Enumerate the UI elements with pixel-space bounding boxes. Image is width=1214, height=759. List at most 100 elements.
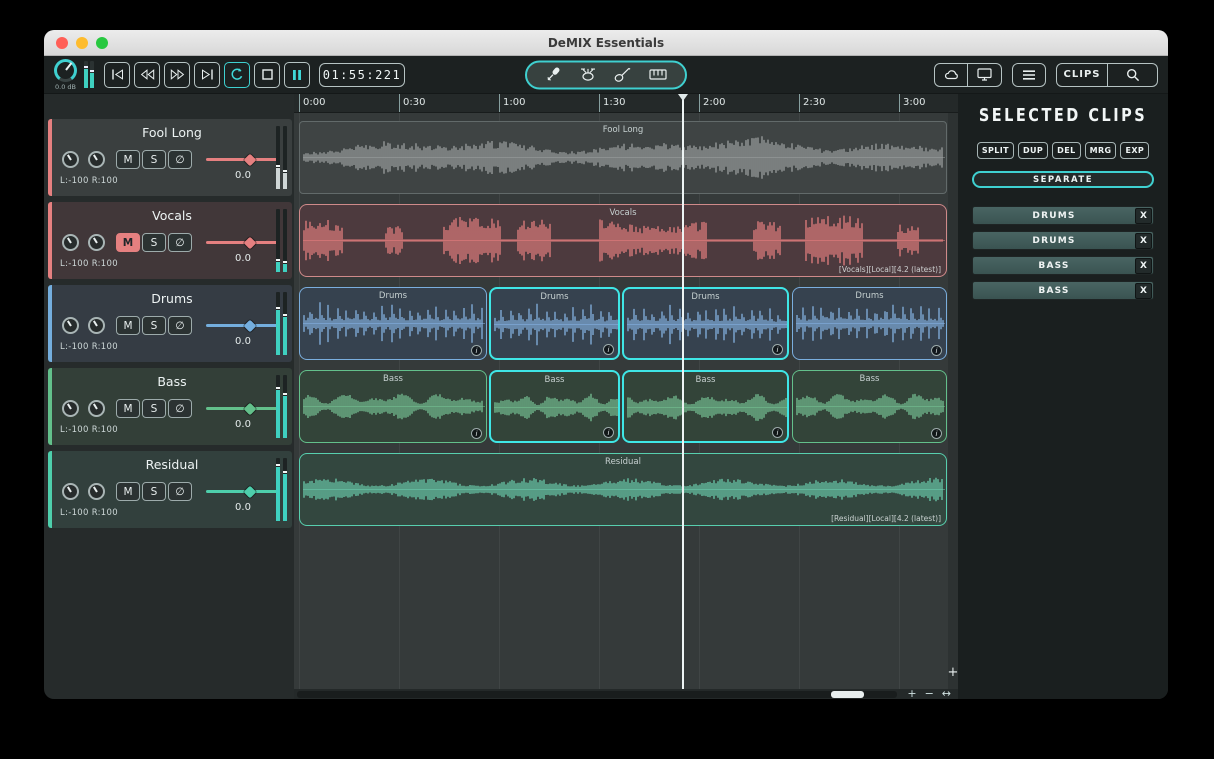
menu-button[interactable] — [1012, 63, 1046, 87]
clip-drums[interactable]: Drumsi — [622, 287, 789, 360]
cloud-button[interactable] — [934, 63, 968, 87]
remove-clip-button[interactable]: X — [1135, 283, 1152, 299]
volume-slider-handle[interactable] — [244, 485, 257, 498]
pan-right-knob[interactable] — [88, 234, 105, 251]
playhead[interactable] — [682, 94, 684, 689]
merge-button[interactable]: MRG — [1085, 142, 1117, 159]
vertical-zoom-in-button[interactable]: + — [948, 666, 959, 679]
solo-button[interactable]: S — [142, 150, 166, 169]
volume-slider[interactable] — [206, 487, 280, 495]
clip-info-badge[interactable]: i — [471, 428, 482, 439]
timeline-ruler[interactable]: 0:000:301:001:302:002:303:00 — [294, 94, 958, 113]
clip-drums[interactable]: Drumsi — [489, 287, 620, 360]
selected-clip-row[interactable]: DRUMS X — [972, 231, 1154, 250]
remove-clip-button[interactable]: X — [1135, 233, 1152, 249]
stop-button[interactable] — [254, 62, 280, 88]
separate-button[interactable]: SEPARATE — [972, 171, 1154, 188]
knob-dial-icon[interactable] — [54, 59, 77, 82]
volume-slider-handle[interactable] — [244, 153, 257, 166]
pan-right-knob[interactable] — [88, 400, 105, 417]
clips-panel-button[interactable]: CLIPS — [1056, 63, 1108, 87]
display-button[interactable] — [968, 63, 1002, 87]
volume-slider[interactable] — [206, 404, 280, 412]
selected-clip-row[interactable]: DRUMS X — [972, 206, 1154, 225]
clip-bass[interactable]: Bassi — [792, 370, 947, 443]
fast-forward-button[interactable] — [164, 62, 190, 88]
mic-icon[interactable] — [545, 67, 561, 83]
phase-button[interactable]: ∅ — [168, 482, 192, 501]
remove-clip-button[interactable]: X — [1135, 208, 1152, 224]
volume-slider-handle[interactable] — [244, 319, 257, 332]
clip-info-badge[interactable]: i — [471, 345, 482, 356]
volume-slider[interactable] — [206, 155, 280, 163]
clip-lane-residual: Residual[Residual][Local][4.2 (latest)] — [299, 451, 948, 528]
clip-info-badge[interactable]: i — [603, 427, 614, 438]
remove-clip-button[interactable]: X — [1135, 258, 1152, 274]
clip-drums[interactable]: Drumsi — [299, 287, 487, 360]
search-button[interactable] — [1108, 63, 1158, 87]
zoom-window-button[interactable] — [96, 37, 108, 49]
zoom-out-button[interactable]: − — [921, 689, 938, 699]
master-volume-knob[interactable]: 0.0 dB — [54, 59, 77, 91]
clip-residual[interactable]: Residual[Residual][Local][4.2 (latest)] — [299, 453, 947, 526]
solo-button[interactable]: S — [142, 233, 166, 252]
guitar-icon[interactable] — [614, 67, 631, 83]
loop-button[interactable] — [224, 62, 250, 88]
mute-button[interactable]: M — [116, 316, 140, 335]
skip-start-button[interactable] — [104, 62, 130, 88]
pan-left-knob[interactable] — [62, 151, 79, 168]
solo-button[interactable]: S — [142, 399, 166, 418]
piano-icon[interactable] — [649, 68, 667, 82]
volume-slider-handle[interactable] — [244, 236, 257, 249]
vertical-scrollbar[interactable]: + — [948, 113, 958, 689]
clip-info-badge[interactable]: i — [772, 344, 783, 355]
pan-left-knob[interactable] — [62, 234, 79, 251]
volume-slider[interactable] — [206, 238, 280, 246]
pan-right-knob[interactable] — [88, 317, 105, 334]
phase-button[interactable]: ∅ — [168, 150, 192, 169]
phase-button[interactable]: ∅ — [168, 233, 192, 252]
rewind-button[interactable] — [134, 62, 160, 88]
solo-button[interactable]: S — [142, 316, 166, 335]
delete-button[interactable]: DEL — [1052, 142, 1080, 159]
skip-end-button[interactable] — [194, 62, 220, 88]
export-button[interactable]: EXP — [1120, 142, 1149, 159]
clip-info-badge[interactable]: i — [772, 427, 783, 438]
duplicate-button[interactable]: DUP — [1018, 142, 1048, 159]
phase-button[interactable]: ∅ — [168, 399, 192, 418]
zoom-in-button[interactable]: + — [903, 689, 920, 699]
mute-button[interactable]: M — [116, 399, 140, 418]
volume-slider-handle[interactable] — [244, 402, 257, 415]
mute-button[interactable]: M — [116, 482, 140, 501]
volume-slider[interactable] — [206, 321, 280, 329]
clip-info-badge[interactable]: i — [931, 345, 942, 356]
horizontal-scrollbar[interactable] — [297, 691, 897, 698]
clip-drums[interactable]: Drumsi — [792, 287, 947, 360]
clip-bass[interactable]: Bassi — [299, 370, 487, 443]
solo-button[interactable]: S — [142, 482, 166, 501]
selected-clip-row[interactable]: BASS X — [972, 281, 1154, 300]
mute-button[interactable]: M — [116, 233, 140, 252]
clip-fool-long[interactable]: Fool Long — [299, 121, 947, 194]
selected-clip-row[interactable]: BASS X — [972, 256, 1154, 275]
clip-info-badge[interactable]: i — [931, 428, 942, 439]
pan-right-knob[interactable] — [88, 151, 105, 168]
pan-left-knob[interactable] — [62, 317, 79, 334]
clip-bass[interactable]: Bassi — [489, 370, 620, 443]
split-button[interactable]: SPLIT — [977, 142, 1014, 159]
clip-bass[interactable]: Bassi — [622, 370, 789, 443]
minimize-window-button[interactable] — [76, 37, 88, 49]
close-window-button[interactable] — [56, 37, 68, 49]
clip-vocals[interactable]: Vocals[Vocals][Local][4.2 (latest)] — [299, 204, 947, 277]
zoom-fit-button[interactable]: ↔ — [938, 689, 955, 699]
pan-left-knob[interactable] — [62, 400, 79, 417]
pause-button[interactable] — [284, 62, 310, 88]
drums-icon[interactable] — [579, 67, 597, 83]
horizontal-scrollbar-thumb[interactable] — [831, 691, 864, 698]
time-display[interactable]: 01:55:221 — [319, 63, 405, 87]
clip-info-badge[interactable]: i — [603, 344, 614, 355]
mute-button[interactable]: M — [116, 150, 140, 169]
pan-left-knob[interactable] — [62, 483, 79, 500]
phase-button[interactable]: ∅ — [168, 316, 192, 335]
pan-right-knob[interactable] — [88, 483, 105, 500]
